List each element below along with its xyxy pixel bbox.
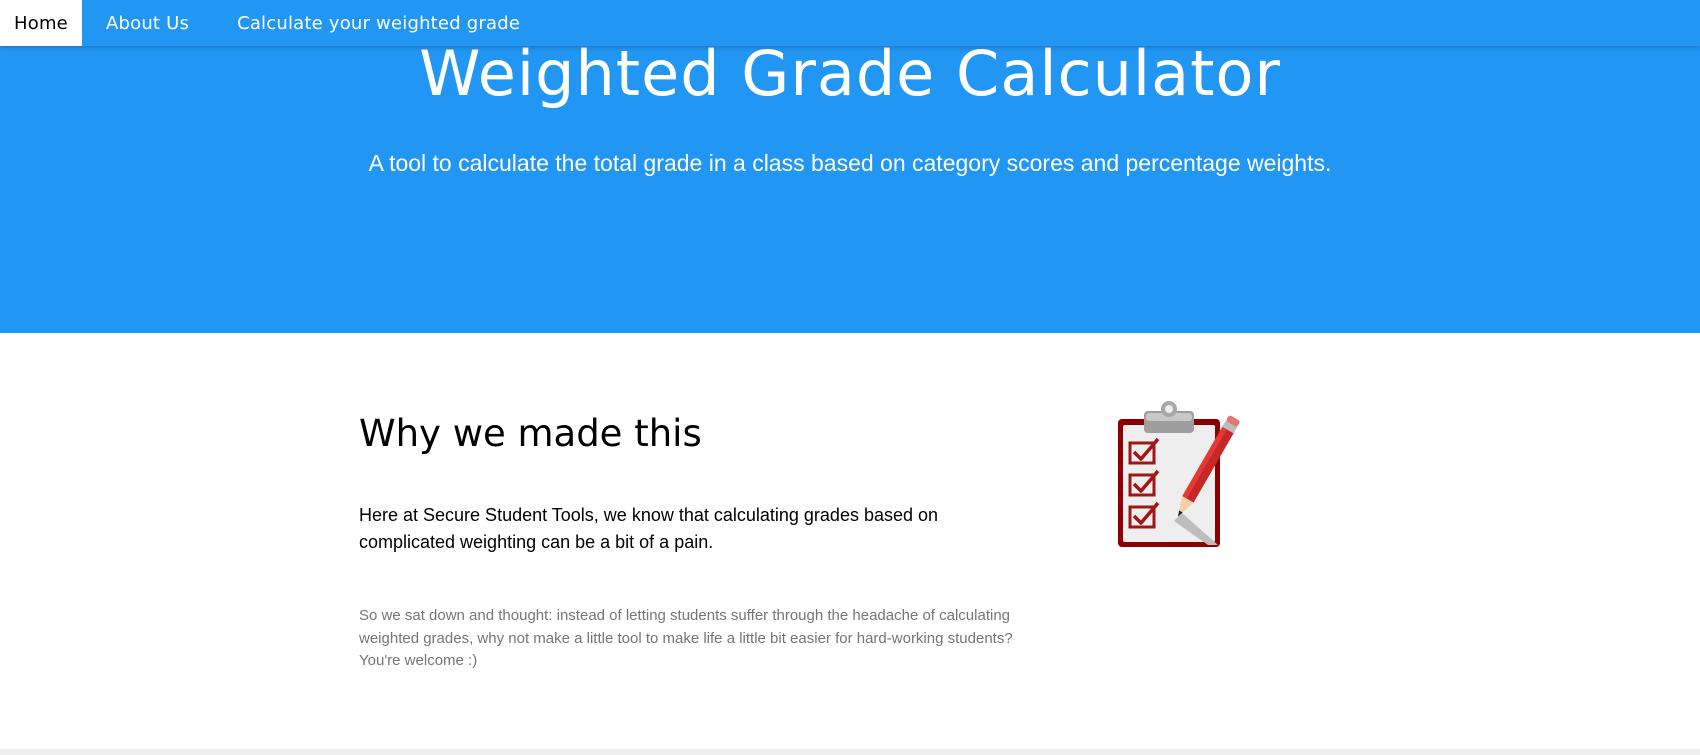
nav-home[interactable]: Home <box>0 0 82 46</box>
clipboard-checklist-icon <box>1118 401 1240 547</box>
hero-title: Weighted Grade Calculator <box>419 37 1281 110</box>
nav-about-us[interactable]: About Us <box>82 0 213 46</box>
footer-divider <box>0 749 1700 755</box>
lead-paragraph: Here at Secure Student Tools, we know th… <box>359 505 939 552</box>
hero-subtitle: A tool to calculate the total grade in a… <box>368 150 1332 176</box>
about-section: Why we made this Here at Secure Student … <box>0 333 1700 749</box>
nav-calculate[interactable]: Calculate your weighted grade <box>213 0 544 46</box>
hero-banner: Weighted Grade Calculator A tool to calc… <box>0 0 1700 333</box>
section-heading: Why we made this <box>359 412 702 455</box>
body-paragraph: So we sat down and thought: instead of l… <box>359 607 1013 669</box>
top-navigation: Home About Us Calculate your weighted gr… <box>0 0 1700 46</box>
page: Weighted Grade Calculator A tool to calc… <box>0 0 1700 755</box>
